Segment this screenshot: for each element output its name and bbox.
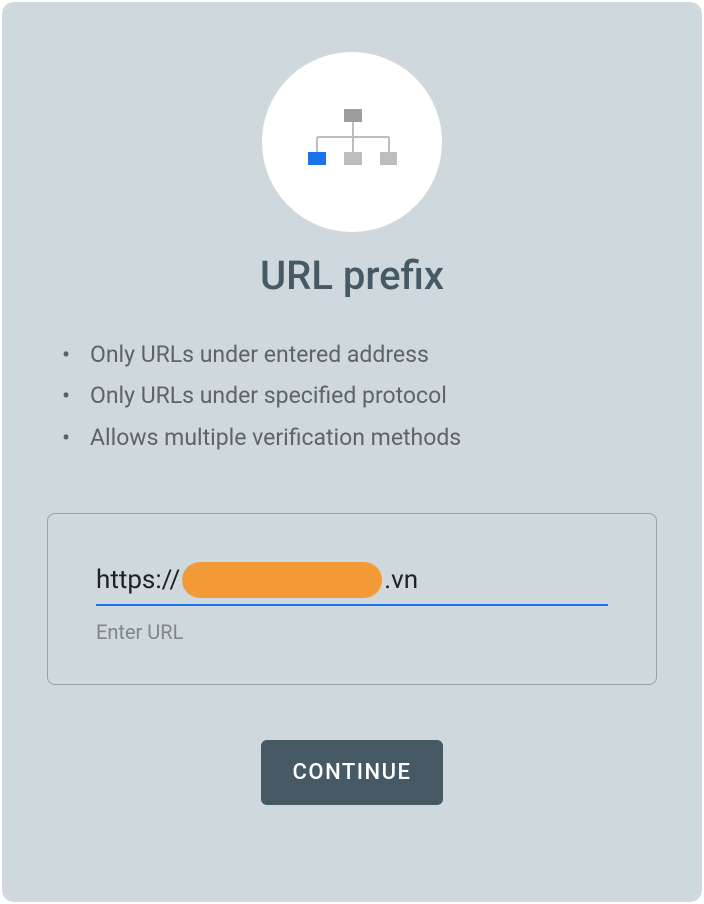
url-redacted-mask <box>182 562 382 598</box>
url-input-container: https:// .vn Enter URL <box>47 513 657 685</box>
feature-item: Only URLs under entered address <box>62 334 657 375</box>
url-protocol-text: https:// <box>96 565 180 595</box>
feature-item: Only URLs under specified protocol <box>62 375 657 416</box>
icon-circle <box>262 52 442 232</box>
url-value: https:// .vn <box>96 562 608 598</box>
url-input[interactable]: https:// .vn <box>96 562 608 606</box>
continue-button[interactable]: CONTINUE <box>261 740 444 805</box>
feature-item: Allows multiple verification methods <box>62 417 657 458</box>
sitemap-icon <box>307 107 397 177</box>
url-input-label: Enter URL <box>96 620 608 644</box>
url-prefix-card: URL prefix Only URLs under entered addre… <box>2 2 702 902</box>
page-title: URL prefix <box>260 252 444 299</box>
features-list: Only URLs under entered address Only URL… <box>47 334 657 458</box>
url-tld-text: .vn <box>384 565 418 595</box>
